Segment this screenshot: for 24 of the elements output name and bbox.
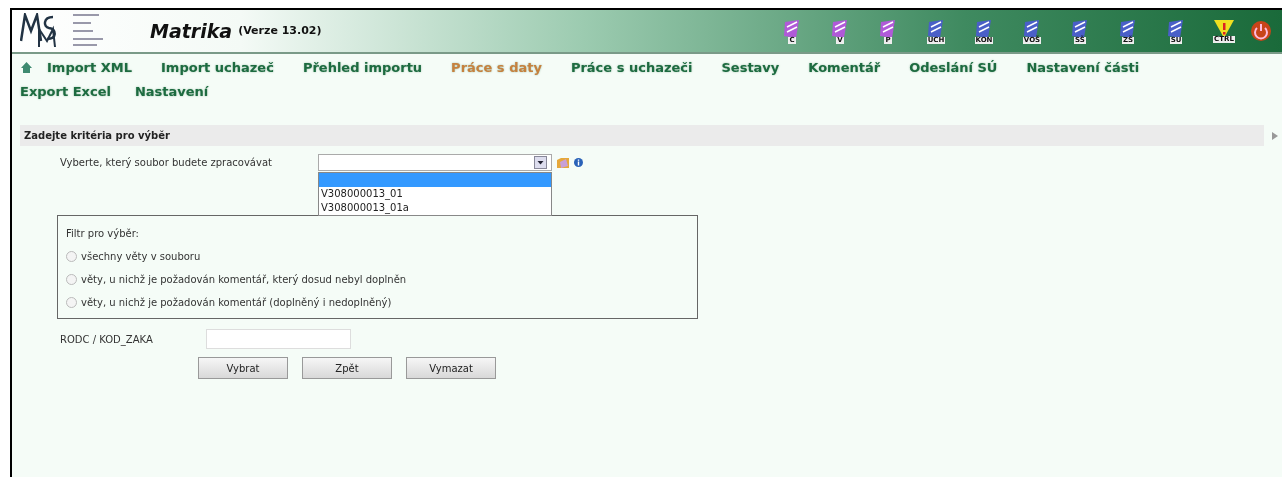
- menu-link[interactable]: Import uchazeč: [161, 58, 274, 78]
- menu-link[interactable]: Import XML: [47, 58, 132, 78]
- option-label: věty, u nichž je požadován komentář, který dosud nebyl doplněn: [81, 273, 407, 287]
- menu-link[interactable]: Práce s uchazeči: [570, 58, 693, 78]
- section-title: Zadejte kritéria pro výběr: [20, 125, 1264, 146]
- form-button[interactable]: Zpět: [302, 357, 392, 379]
- field-label: Vyberte, který soubor budete zpracovávat: [60, 156, 273, 170]
- dropdown-option[interactable]: V308000013_01: [319, 187, 551, 201]
- app-title: Matrika: [150, 18, 233, 44]
- menu-link[interactable]: Sestavy: [721, 58, 780, 78]
- menu-link[interactable]: Export Excel: [20, 81, 111, 101]
- version-text: (Verze 13.02): [238, 22, 322, 39]
- option-label: všechny věty v souboru: [81, 250, 201, 264]
- menu-link[interactable]: Komentář: [808, 58, 881, 78]
- menu-link[interactable]: Odeslání SÚ: [909, 58, 998, 78]
- option-label: věty, u nichž je požadován komentář (doplněný i nedoplněný): [81, 296, 392, 310]
- filter-legend: Filtr pro výběr:: [66, 226, 689, 241]
- menu-link[interactable]: Nastavení: [134, 81, 209, 101]
- menu-link[interactable]: Přehled importu: [302, 58, 423, 78]
- field-label: RODC / KOD_ZAKA: [60, 332, 154, 347]
- dropdown-option[interactable]: V308000013_01a: [319, 201, 551, 215]
- form-button[interactable]: Vybrat: [198, 357, 288, 379]
- menu-link[interactable]: Nastavení části: [1026, 58, 1140, 78]
- form-button[interactable]: Vymazat: [406, 357, 496, 379]
